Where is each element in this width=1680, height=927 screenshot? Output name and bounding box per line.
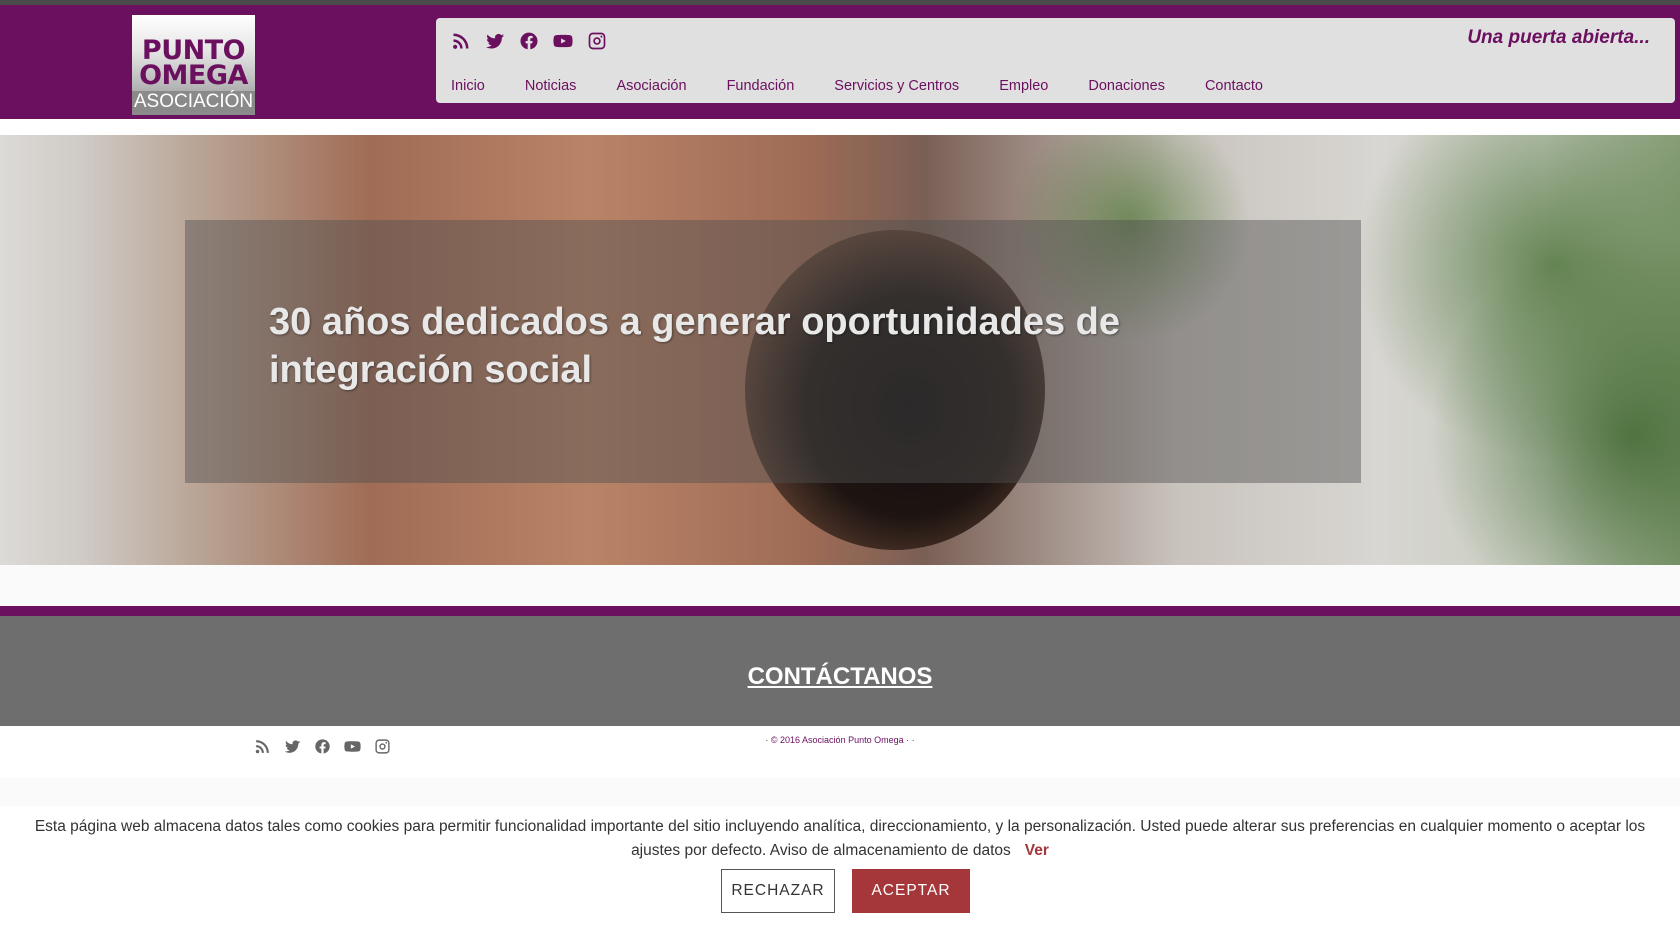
cookie-banner: Esta página web almacena datos tales com… bbox=[0, 806, 1680, 927]
header-nav-box: Una puerta abierta... Inicio Noticias As… bbox=[436, 18, 1675, 103]
cookie-message: Esta página web almacena datos tales com… bbox=[20, 815, 1660, 863]
cookie-see-more-link[interactable]: Ver bbox=[1025, 842, 1049, 859]
youtube-icon[interactable] bbox=[552, 30, 574, 52]
hero-overlay: 30 años dedicados a generar oportunidade… bbox=[185, 220, 1361, 483]
site-footer: · © 2016 Asociación Punto Omega · · bbox=[0, 726, 1680, 778]
nav-empleo[interactable]: Empleo bbox=[999, 78, 1048, 94]
instagram-icon[interactable] bbox=[586, 30, 608, 52]
section-divider bbox=[0, 606, 1680, 616]
twitter-icon[interactable] bbox=[484, 30, 506, 52]
nav-contacto[interactable]: Contacto bbox=[1205, 78, 1263, 94]
contact-section: CONTÁCTANOS bbox=[0, 616, 1680, 726]
nav-fundacion[interactable]: Fundación bbox=[727, 78, 795, 94]
site-logo[interactable]: PUNTO OMEGA ASOCIACIÓN bbox=[132, 15, 255, 115]
accept-cookies-button[interactable]: ACEPTAR bbox=[852, 869, 970, 913]
contact-link[interactable]: CONTÁCTANOS bbox=[0, 663, 1680, 691]
logo-line-3: ASOCIACIÓN bbox=[132, 91, 255, 113]
main-nav: Inicio Noticias Asociación Fundación Ser… bbox=[451, 78, 1303, 94]
nav-donaciones[interactable]: Donaciones bbox=[1088, 78, 1165, 94]
nav-servicios[interactable]: Servicios y Centros bbox=[834, 78, 959, 94]
hero-image-plants bbox=[1360, 135, 1680, 565]
header-separator bbox=[0, 119, 1680, 135]
nav-inicio[interactable]: Inicio bbox=[451, 78, 485, 94]
header-social-links bbox=[450, 30, 608, 52]
hero-banner: 30 años dedicados a generar oportunidade… bbox=[0, 135, 1680, 565]
copyright-text: · © 2016 Asociación Punto Omega · · bbox=[765, 735, 915, 745]
cookie-text: Esta página web almacena datos tales com… bbox=[34, 818, 1646, 859]
reject-cookies-button[interactable]: RECHAZAR bbox=[721, 869, 835, 913]
site-tagline: Una puerta abierta... bbox=[1467, 27, 1650, 48]
logo-line-2: OMEGA bbox=[139, 60, 248, 91]
nav-asociacion[interactable]: Asociación bbox=[616, 78, 686, 94]
rss-icon[interactable] bbox=[450, 30, 472, 52]
hero-title: 30 años dedicados a generar oportunidade… bbox=[269, 301, 1121, 391]
nav-noticias[interactable]: Noticias bbox=[525, 78, 577, 94]
facebook-icon[interactable] bbox=[518, 30, 540, 52]
